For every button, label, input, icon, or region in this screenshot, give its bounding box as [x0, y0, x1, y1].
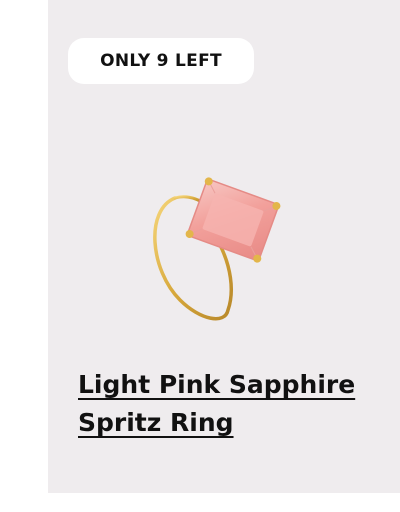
product-title-line-1: Light Pink Sapphire: [78, 370, 356, 399]
stock-badge-label: ONLY 9 LEFT: [100, 51, 222, 71]
product-title-link[interactable]: Light Pink Sapphire Spritz Ring: [78, 366, 378, 442]
ring-icon: [153, 177, 281, 321]
stock-badge: ONLY 9 LEFT: [68, 38, 254, 84]
product-title-line-2: Spritz Ring: [78, 408, 234, 437]
product-image[interactable]: [140, 160, 300, 330]
